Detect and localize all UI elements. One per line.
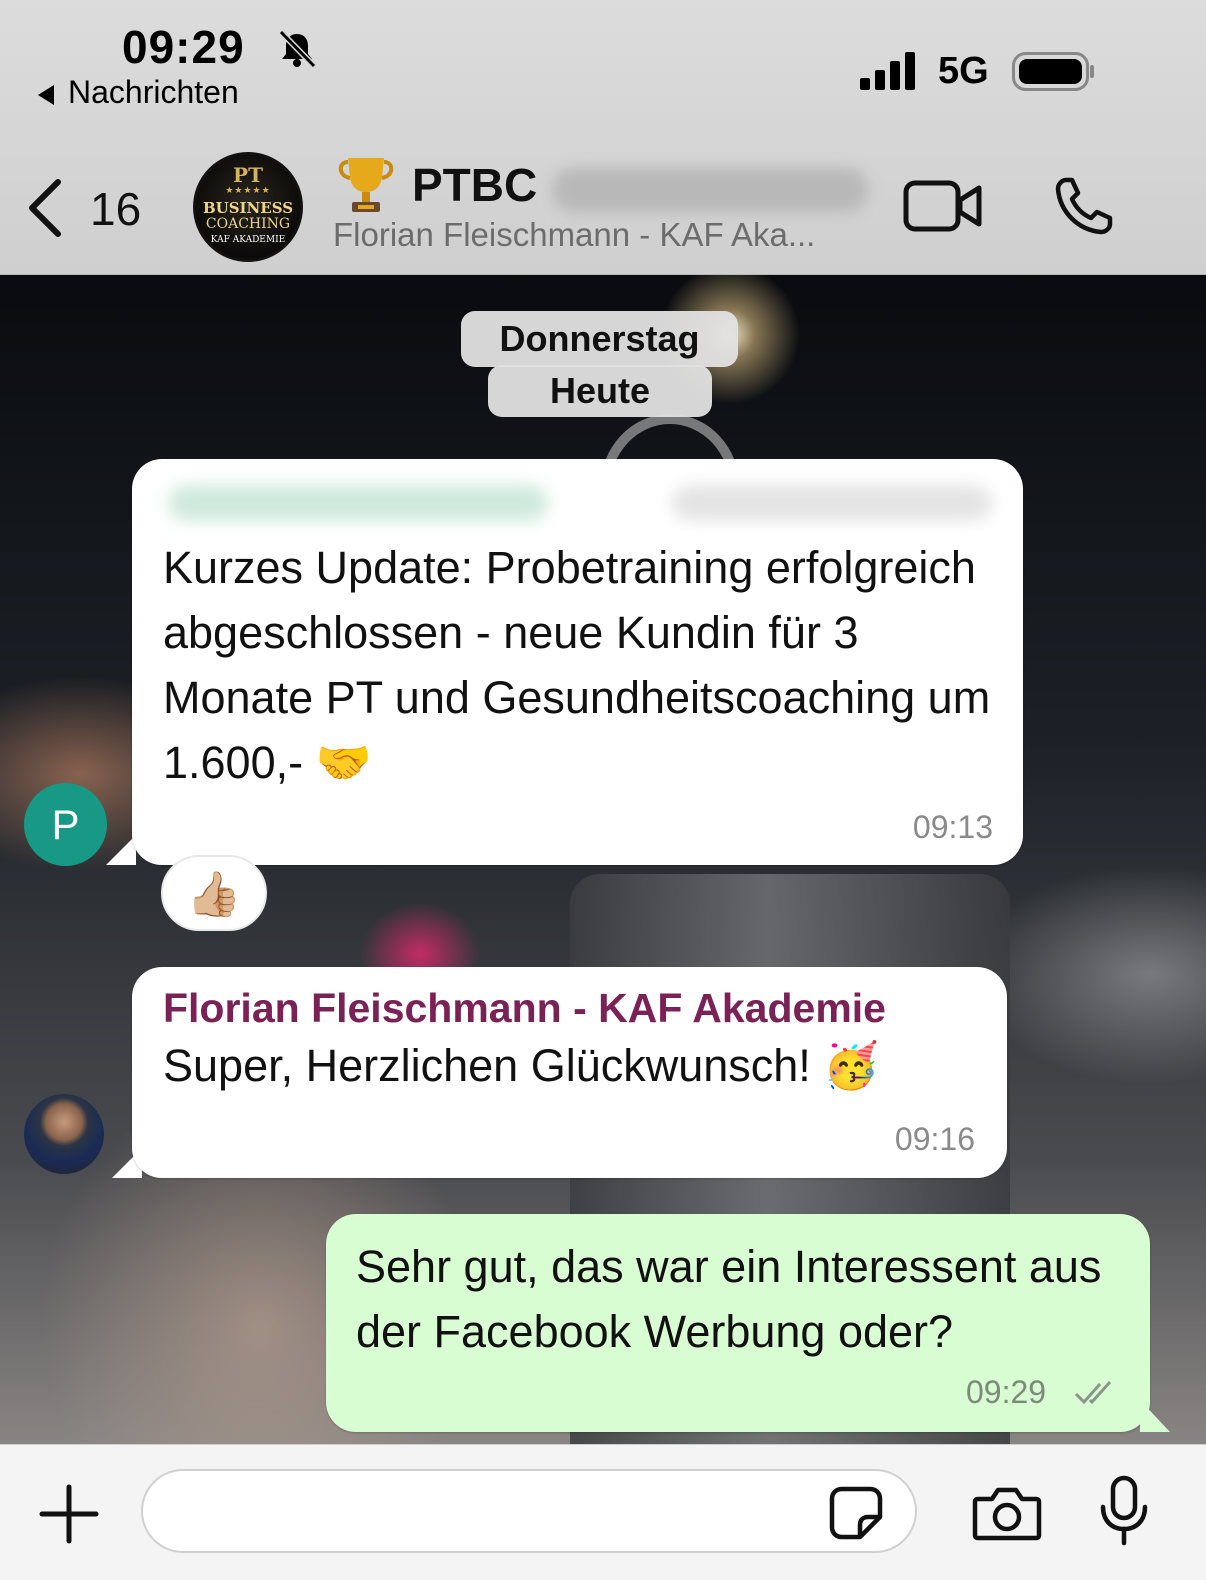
redacted-name [552, 168, 868, 212]
sender-name[interactable]: Florian Fleischmann - KAF Akademie [163, 985, 886, 1032]
phone-icon[interactable] [1052, 174, 1116, 238]
group-participants[interactable]: Florian Fleischmann - KAF Aka... [333, 216, 815, 254]
avatar-logo-coaching: COACHING [205, 216, 291, 232]
microphone-icon[interactable] [1098, 1475, 1150, 1547]
compose-bar [0, 1444, 1206, 1580]
avatar-logo-business: BUSINESS [202, 199, 294, 217]
group-avatar[interactable]: PT ★★★★★ BUSINESS COACHING KAF AKADEMIE [193, 152, 303, 262]
avatar-logo-stars: ★★★★★ [225, 186, 271, 196]
message-reaction[interactable]: 👍🏼 [161, 855, 267, 931]
bell-slash-icon [278, 29, 317, 69]
back-app-label: Nachrichten [68, 74, 239, 110]
back-triangle-icon [38, 84, 54, 105]
battery-icon [1012, 52, 1094, 91]
plus-icon[interactable] [38, 1483, 100, 1545]
outgoing-message[interactable]: Sehr gut, das war ein Interessent aus de… [326, 1214, 1150, 1432]
status-time: 09:29 [122, 21, 245, 73]
redacted-phone [672, 485, 992, 521]
group-name[interactable]: PTBC [412, 158, 537, 212]
message-time: 09:29 [966, 1374, 1047, 1410]
incoming-message[interactable]: Florian Fleischmann - KAF Akademie Super… [132, 967, 1007, 1178]
message-text: Sehr gut, das war ein Interessent aus de… [356, 1241, 1102, 1357]
signal-icon [860, 52, 915, 90]
chevron-left-icon[interactable] [26, 178, 66, 238]
chat-header: 09:29 Nachrichten 5G 16 PT ★★★★★ BUSINES… [0, 0, 1206, 275]
video-camera-icon[interactable] [903, 178, 983, 234]
sticker-icon[interactable] [828, 1485, 884, 1541]
message-input[interactable] [141, 1469, 917, 1553]
message-text: Kurzes Update: Probetraining erfolgreich… [163, 542, 991, 788]
avatar-logo-kaf: KAF AKADEMIE [210, 235, 286, 245]
sender-avatar-photo[interactable] [24, 1094, 104, 1174]
date-pill-thursday: Donnerstag [461, 311, 738, 367]
bubble-tail [1140, 1400, 1170, 1432]
back-to-app-link[interactable]: Nachrichten [38, 74, 239, 111]
trophy-icon [338, 158, 394, 212]
sender-avatar-p[interactable]: P [24, 783, 107, 866]
date-pill-today: Heute [488, 365, 712, 417]
redacted-sender [168, 485, 548, 521]
message-time: 09:13 [912, 809, 993, 845]
read-receipt-icon [1074, 1380, 1112, 1405]
message-text: Super, Herzlichen Glückwunsch! 🥳 [163, 1040, 880, 1091]
incoming-message[interactable]: Kurzes Update: Probetraining erfolgreich… [132, 459, 1023, 865]
message-time: 09:16 [894, 1121, 975, 1157]
camera-icon[interactable] [972, 1485, 1042, 1541]
avatar-logo-pt: PT [233, 163, 263, 187]
network-type: 5G [938, 50, 989, 92]
unread-count[interactable]: 16 [90, 182, 141, 236]
